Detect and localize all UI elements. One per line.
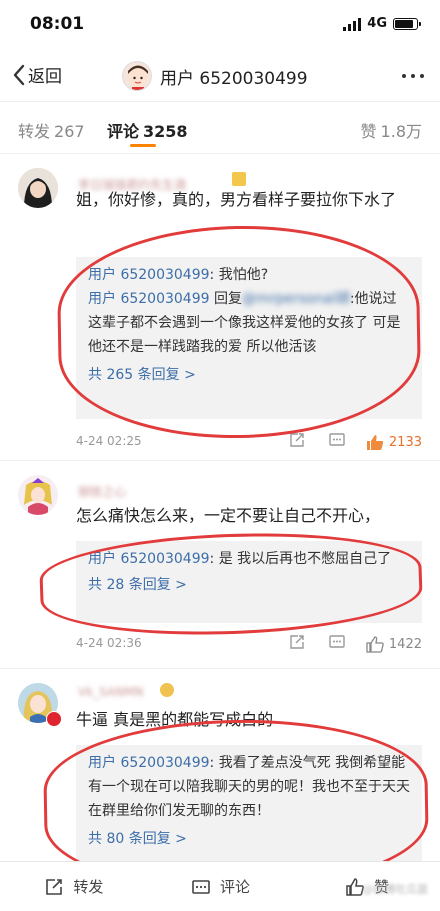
tab-comment-label: 评论: [107, 122, 140, 141]
avatar[interactable]: [18, 475, 58, 515]
comment-text[interactable]: 牛逼 真是黑的都能写成白的: [76, 707, 422, 733]
avatar: [122, 61, 152, 91]
share-icon[interactable]: [288, 633, 306, 654]
reply-target-link[interactable]: @mrpersonal胡: [242, 291, 350, 307]
comment-label: 评论: [220, 878, 251, 896]
comment-text[interactable]: 怎么痛快怎么来，一定不要让自己不开心，: [76, 503, 422, 529]
repost-button[interactable]: 转发: [0, 862, 147, 911]
more-icon[interactable]: [402, 74, 424, 78]
comment-button[interactable]: 评论: [147, 862, 294, 911]
chevron-left-icon: [13, 64, 25, 85]
tab-repost[interactable]: 转发 267: [18, 118, 85, 142]
more-replies-link[interactable]: 共 80 条回复 >: [88, 827, 410, 851]
bottom-action-bar: 转发 评论 赞 @微博吃瓜菌: [0, 861, 440, 911]
comment-icon: [192, 879, 210, 894]
reply-line: 用户 6520030499: 我看了差点没气死 我倒希望能有一个现在可以陪我聊天…: [88, 751, 410, 823]
back-button[interactable]: 返回: [12, 62, 62, 87]
status-bar: 08:01 4G: [0, 0, 440, 52]
network-label: 4G: [367, 16, 387, 31]
tab-like-label: 赞: [360, 122, 377, 141]
tab-repost-label: 转发: [18, 122, 51, 141]
comment-meta: 4-24 02:25 2133: [76, 431, 422, 451]
tab-like[interactable]: 赞 1.8万: [361, 118, 422, 142]
avatar[interactable]: [18, 168, 58, 208]
comment-username[interactable]: 钢铁之心: [78, 483, 126, 500]
thumbs-up-icon: [366, 636, 384, 653]
tab-comment[interactable]: 评论 3258: [107, 118, 188, 142]
status-time: 08:01: [30, 14, 85, 34]
like-count: 1422: [388, 636, 422, 652]
comment-meta: 4-24 02:36 1422: [76, 633, 422, 653]
page-title: 用户 6520030499: [160, 68, 308, 89]
reply-user-link[interactable]: 用户 6520030499: [88, 551, 210, 567]
comment-username[interactable]: Vk_SANMN: [78, 685, 144, 699]
tab-like-count: 1.8万: [380, 122, 422, 141]
reply-line: 用户 6520030499 回复@mrpersonal胡:他说过 这辈子都不会遇…: [88, 287, 410, 359]
like-button[interactable]: 2133: [365, 433, 422, 451]
reply-user-link[interactable]: 用户 6520030499: [88, 755, 210, 771]
like-count: 2133: [388, 434, 422, 450]
watermark: @微博吃瓜菌: [362, 883, 428, 896]
signal-icon: [343, 17, 362, 31]
tab-comment-count: 3258: [143, 122, 188, 141]
nav-bar: 返回 用户 6520030499: [0, 52, 440, 102]
tab-active-indicator: [130, 144, 156, 147]
thumbs-up-icon: [366, 435, 384, 450]
reply-text: : 是 我以后再也不憋屈自己了: [209, 551, 392, 567]
reply-user-link[interactable]: 用户 6520030499: [88, 267, 210, 283]
comment-item: 钢铁之心 怎么痛快怎么来，一定不要让自己不开心， 用户 6520030499: …: [0, 461, 440, 669]
reply-user-link[interactable]: 用户 6520030499: [88, 291, 210, 307]
tab-bar: 转发 267 评论 3258 赞 1.8万: [0, 102, 440, 154]
reply-line: 用户 6520030499: 是 我以后再也不憋屈自己了: [88, 547, 410, 571]
tab-repost-count: 267: [54, 122, 85, 141]
reply-word: 回复: [209, 291, 242, 307]
reply-text: : 我怕他?: [209, 267, 269, 283]
member-badge-icon: [160, 683, 174, 697]
like-button[interactable]: 1422: [365, 635, 422, 653]
member-badge-icon: [232, 172, 246, 186]
reply-line: 用户 6520030499: 我怕他?: [88, 263, 410, 287]
back-label: 返回: [28, 67, 62, 87]
comment-item: 李日瑞瑞君约先生酒 姐，你好惨，真的，男方看样子要拉你下水了 用户 652003…: [0, 154, 440, 461]
reply-box[interactable]: 用户 6520030499: 是 我以后再也不憋屈自己了 共 28 条回复 >: [76, 541, 422, 623]
nav-title-group[interactable]: 用户 6520030499: [122, 61, 308, 91]
comment-icon[interactable]: [328, 431, 346, 452]
reply-box[interactable]: 用户 6520030499: 我怕他? 用户 6520030499 回复@mrp…: [76, 257, 422, 419]
more-replies-link[interactable]: 共 265 条回复 >: [88, 363, 410, 387]
comment-date: 4-24 02:25: [76, 434, 142, 448]
comment-icon[interactable]: [328, 633, 346, 654]
repost-label: 转发: [73, 878, 104, 896]
comment-text[interactable]: 姐，你好惨，真的，男方看样子要拉你下水了: [76, 187, 422, 213]
more-replies-link[interactable]: 共 28 条回复 >: [88, 573, 410, 597]
flag-badge-icon: [46, 711, 62, 727]
battery-icon: [393, 17, 421, 30]
share-icon: [46, 878, 63, 895]
comment-date: 4-24 02:36: [76, 636, 142, 650]
status-indicators: 4G: [343, 16, 421, 31]
share-icon[interactable]: [288, 431, 306, 452]
